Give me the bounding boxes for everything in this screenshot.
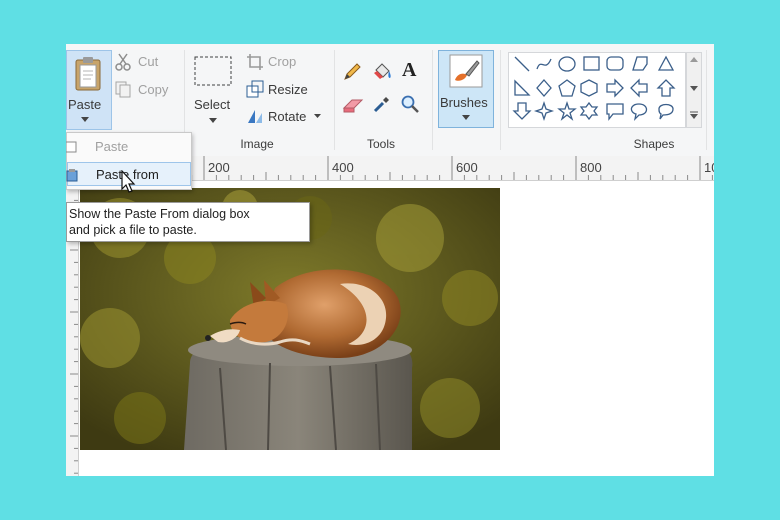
ruler-label: 800 <box>580 160 602 175</box>
brushes-button[interactable]: Brushes <box>438 50 494 128</box>
crop-icon <box>247 54 263 70</box>
paste-label: Paste <box>68 97 102 112</box>
paste-menu-label: Paste <box>95 139 129 154</box>
image-group-label: Image <box>240 137 274 151</box>
fill-bucket-icon[interactable] <box>371 61 393 83</box>
right-arrow-shape-icon <box>606 78 624 98</box>
oval-shape-icon <box>558 56 576 72</box>
separator <box>432 50 433 150</box>
pentagon-shape-icon <box>558 79 576 97</box>
chevron-down-icon <box>314 114 321 118</box>
select-button[interactable]: Select <box>190 52 236 128</box>
chevron-down-icon <box>81 117 89 122</box>
five-point-star-shape-icon <box>557 100 577 121</box>
tooltip: Show the Paste From dialog box and pick … <box>66 202 310 242</box>
rounded-rectangle-shape-icon <box>606 56 624 71</box>
up-arrow-shape-icon <box>656 79 676 97</box>
paste-icon <box>66 141 77 153</box>
polygon-shape-icon <box>632 56 648 71</box>
ruler-label: 400 <box>332 160 354 175</box>
shapes-group-label: Shapes <box>633 137 675 151</box>
curve-shape-icon <box>536 58 552 70</box>
copy-button[interactable]: Copy <box>138 82 168 97</box>
ruler-label: 200 <box>208 160 230 175</box>
scissors-icon <box>115 53 131 71</box>
line-shape-icon <box>514 56 530 72</box>
rotate-button[interactable]: Rotate <box>268 109 306 124</box>
select-label: Select <box>194 97 231 112</box>
brush-icon <box>449 54 483 88</box>
paste-from-icon <box>66 169 78 182</box>
ruler-label: 10 <box>704 160 714 175</box>
tools-group-label: Tools <box>366 137 395 151</box>
text-tool-icon[interactable]: A <box>402 59 416 82</box>
tooltip-line-2: and pick a file to paste. <box>69 223 197 237</box>
separator <box>500 50 501 150</box>
selection-rectangle-icon <box>194 56 232 86</box>
crop-button[interactable]: Crop <box>268 54 296 69</box>
shapes-icons <box>512 55 676 122</box>
color-picker-icon[interactable] <box>372 94 392 114</box>
mouse-cursor-icon <box>121 170 136 193</box>
hexagon-shape-icon <box>580 79 598 97</box>
eraser-icon[interactable] <box>342 96 364 114</box>
oval-callout-shape-icon <box>630 103 648 121</box>
chevron-down-icon <box>462 115 470 120</box>
triangle-shape-icon <box>657 55 675 71</box>
chevron-down-icon <box>209 118 217 123</box>
separator <box>334 50 335 150</box>
four-point-star-shape-icon <box>533 100 555 122</box>
magnifier-icon[interactable] <box>400 94 420 114</box>
brushes-label: Brushes <box>440 95 488 110</box>
rectangle-shape-icon <box>583 56 600 71</box>
resize-button[interactable]: Resize <box>268 82 308 97</box>
cut-button[interactable]: Cut <box>138 54 158 69</box>
down-arrow-shape-icon <box>512 102 532 120</box>
paste-button[interactable]: Paste <box>66 50 112 130</box>
pencil-icon[interactable] <box>342 62 362 82</box>
more-shapes-icon <box>690 111 698 119</box>
right-triangle-shape-icon <box>514 79 531 96</box>
six-point-star-shape-icon <box>579 101 599 121</box>
separator <box>706 50 707 150</box>
clipboard-icon <box>75 57 101 91</box>
copy-icon <box>115 81 131 98</box>
rect-callout-shape-icon <box>606 103 624 121</box>
diamond-shape-icon <box>536 79 552 97</box>
shapes-gallery[interactable] <box>508 52 686 128</box>
chevron-down-icon <box>690 86 698 91</box>
paint-window: Paste Cut Copy Select Crop Resize Rotate… <box>66 44 714 476</box>
cloud-callout-shape-icon <box>658 103 674 120</box>
resize-icon <box>246 80 264 98</box>
tooltip-line-1: Show the Paste From dialog box <box>69 207 250 221</box>
ruler-label: 600 <box>456 160 478 175</box>
paste-menu-item[interactable]: Paste <box>66 135 191 159</box>
shapes-scrollbar[interactable] <box>686 52 702 128</box>
chevron-up-icon <box>690 57 698 62</box>
rotate-icon <box>248 110 262 123</box>
left-arrow-shape-icon <box>630 78 648 98</box>
